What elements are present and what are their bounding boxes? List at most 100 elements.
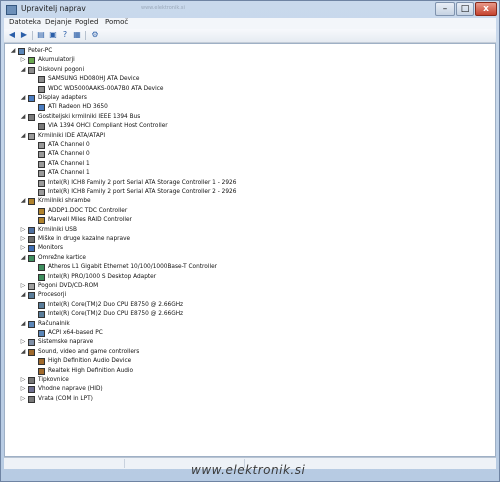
menu-view[interactable]: Pogled <box>75 18 98 26</box>
minimize-button[interactable]: – <box>435 2 455 16</box>
menu-action[interactable]: Dejanje <box>45 18 72 26</box>
tree-node[interactable]: Intel(R) ICH8 Family 2 port Serial ATA S… <box>5 188 493 197</box>
tree-node[interactable]: ◢ Računalnik <box>5 320 493 329</box>
keyboard-icon <box>28 377 35 384</box>
expand-icon[interactable]: ▷ <box>20 339 26 345</box>
tree-node[interactable]: High Definition Audio Device <box>5 357 493 366</box>
tree-node[interactable]: ◢ Krmilniki IDE ATA/ATAPI <box>5 132 493 141</box>
tree-node[interactable]: ▷ Vhodne naprave (HID) <box>5 385 493 394</box>
maximize-button[interactable]: □ <box>456 2 474 16</box>
tree-node[interactable]: ACPI x64-based PC <box>5 329 493 338</box>
tree-node[interactable]: SAMSUNG HD080HJ ATA Device <box>5 75 493 84</box>
menu-help[interactable]: Pomoč <box>105 18 128 26</box>
collapse-icon[interactable]: ◢ <box>20 254 26 261</box>
tree-node[interactable]: ADDP1.DOC TDC Controller <box>5 207 493 216</box>
collapse-icon[interactable]: ◢ <box>20 198 26 204</box>
help-icon[interactable]: ? <box>60 30 70 40</box>
collapse-icon[interactable]: ◢ <box>20 113 26 120</box>
tree-node[interactable]: ▷ Sistemske naprave <box>5 338 493 347</box>
tree-node[interactable]: Intel(R) Core(TM)2 Duo CPU E8750 @ 2.66G… <box>5 310 493 319</box>
tree-node[interactable]: Realtek High Definition Audio <box>5 367 493 376</box>
tree-node[interactable]: ▷ Krmilniki USB <box>5 226 493 235</box>
tree-node[interactable]: ATA Channel 1 <box>5 169 493 178</box>
collapse-icon[interactable]: ◢ <box>20 95 26 101</box>
expand-icon[interactable]: ▷ <box>20 245 26 251</box>
ide-icon <box>38 142 45 149</box>
device-manager-icon <box>6 5 17 15</box>
tree-node[interactable]: ATI Radeon HD 3650 <box>5 103 493 112</box>
tree-node[interactable]: ATA Channel 1 <box>5 160 493 169</box>
tree-node[interactable]: ▷ Miške in druge kazalne naprave <box>5 235 493 244</box>
computer-icon <box>18 48 25 55</box>
scan-icon[interactable]: ⚙ <box>90 30 100 40</box>
tree-node[interactable]: ◢ Peter-PC <box>5 47 493 56</box>
view-icon[interactable]: ▦ <box>72 30 82 40</box>
tree-node-label: SAMSUNG HD080HJ ATA Device <box>48 76 140 83</box>
tree-node-label: High Definition Audio Device <box>48 358 132 365</box>
tree-node[interactable]: ▷ Akumulatorji <box>5 56 493 65</box>
device-tree-panel[interactable]: ◢ Peter-PC ▷ Akumulatorji ◢ Diskovni pogoni SA… <box>4 43 496 457</box>
tree-node[interactable]: ◢ Procesorji <box>5 291 493 300</box>
tree-node-label: ATI Radeon HD 3650 <box>48 104 108 111</box>
window-title: Upravitelj naprav <box>21 4 86 13</box>
storage-icon <box>28 198 35 206</box>
cpu-icon <box>38 301 45 309</box>
tree-node[interactable]: Intel(R) ICH8 Family 2 port Serial ATA S… <box>5 179 493 188</box>
tree-node-label: Intel(R) ICH8 Family 2 port Serial ATA S… <box>48 179 237 186</box>
collapse-icon[interactable]: ◢ <box>20 66 26 73</box>
tree-node[interactable]: ▷ Monitors <box>5 244 493 253</box>
collapse-icon[interactable]: ◢ <box>20 292 26 298</box>
tree-node[interactable]: ◢ Sound, video and game controllers <box>5 348 493 357</box>
tree-node-label: ATA Channel 1 <box>48 160 90 167</box>
tree-node-label: ATA Channel 0 <box>48 151 90 158</box>
tree-node[interactable]: Intel(R) PRO/1000 S Desktop Adapter <box>5 273 493 282</box>
tree-node[interactable]: ◢ Diskovni pogoni <box>5 66 493 75</box>
expand-icon[interactable]: ▷ <box>20 395 26 402</box>
tree-node-label: Monitors <box>38 245 64 252</box>
tree-node[interactable]: ▷ Pogoni DVD/CD-ROM <box>5 282 493 291</box>
port-icon <box>28 395 35 403</box>
properties-icon[interactable]: ▤ <box>36 30 46 40</box>
tree-node-label: ATA Channel 0 <box>48 142 90 148</box>
tree-node[interactable]: Atheros L1 Gigabit Ethernet 10/100/1000B… <box>5 263 493 272</box>
collapse-icon[interactable]: ◢ <box>10 48 16 54</box>
tree-node[interactable]: ATA Channel 0 <box>5 141 493 150</box>
forward-icon[interactable]: ▶ <box>19 30 29 40</box>
expand-icon[interactable]: ▷ <box>20 226 26 233</box>
sound-icon <box>38 358 45 366</box>
expand-icon[interactable]: ▷ <box>20 57 26 63</box>
tree-node-label: Krmilniki IDE ATA/ATAPI <box>38 132 106 139</box>
expand-icon[interactable]: ▷ <box>20 386 26 392</box>
expand-icon[interactable]: ▷ <box>20 377 26 383</box>
ide-icon <box>38 179 45 187</box>
sound-icon <box>28 348 35 356</box>
tree-node[interactable]: ◢ Display adapters <box>5 94 493 103</box>
collapse-icon[interactable]: ◢ <box>20 132 26 139</box>
tree-node[interactable]: ◢ Gostiteljski krmilniki IEEE 1394 Bus <box>5 113 493 122</box>
tree-node[interactable]: Intel(R) Core(TM)2 Duo CPU E8750 @ 2.66G… <box>5 301 493 310</box>
tree-node[interactable]: ▷ Tipkovnice <box>5 376 493 385</box>
tree-node-label: Intel(R) Core(TM)2 Duo CPU E8750 @ 2.66G… <box>48 301 184 308</box>
tree-node-label: Krmilniki USB <box>38 226 77 233</box>
menu-bar: Datoteka Dejanje Pogled Pomoč <box>4 18 496 29</box>
storage-icon <box>38 217 45 225</box>
status-separator <box>124 459 125 468</box>
tree-node[interactable]: Marvell Miles RAID Controller <box>5 216 493 225</box>
show-hidden-icon[interactable]: ▣ <box>48 30 58 40</box>
collapse-icon[interactable]: ◢ <box>20 320 26 327</box>
menu-file[interactable]: Datoteka <box>9 18 41 26</box>
tree-node-label: Miške in druge kazalne naprave <box>38 236 131 242</box>
tree-node[interactable]: ◢ Omrežne kartice <box>5 254 493 263</box>
collapse-icon[interactable]: ◢ <box>20 348 26 355</box>
tree-node[interactable]: WDC WD5000AAKS-00A7B0 ATA Device <box>5 85 493 94</box>
monitor-icon <box>28 245 35 253</box>
tree-node[interactable]: ▷ Vrata (COM in LPT) <box>5 395 493 404</box>
back-icon[interactable]: ◀ <box>7 30 17 40</box>
expand-icon[interactable]: ▷ <box>20 283 26 289</box>
tree-node[interactable]: VIA 1394 OHCI Compliant Host Controller <box>5 122 493 131</box>
close-button[interactable]: x <box>475 2 497 16</box>
tree-node[interactable]: ◢ Krmilniki shrambe <box>5 197 493 206</box>
toolbar-separator <box>85 31 86 40</box>
expand-icon[interactable]: ▷ <box>20 236 26 242</box>
tree-node[interactable]: ATA Channel 0 <box>5 150 493 159</box>
